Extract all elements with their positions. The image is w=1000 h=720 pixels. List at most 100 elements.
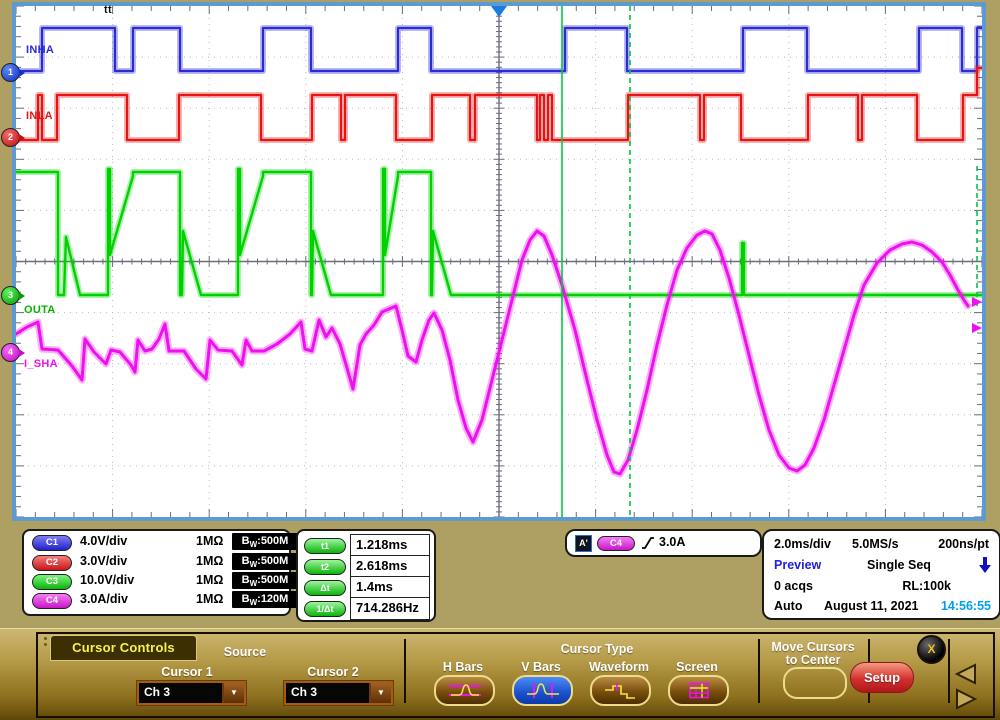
ch2-badge[interactable]: 2 bbox=[1, 128, 20, 147]
trigger-a-badge: A' bbox=[575, 535, 592, 552]
next-panel-arrow-icon[interactable] bbox=[957, 690, 975, 708]
cursor1-label: Cursor 1 bbox=[137, 665, 237, 679]
oscilloscope-screen: { "colors": { "ch1": "#2b2bd6", "ch2": "… bbox=[0, 0, 1000, 719]
ch4-badge-arrow-icon bbox=[19, 349, 25, 357]
cursor2-source-dropdown[interactable]: Ch 3 ▼ bbox=[284, 681, 393, 705]
ch3-badge-arrow-icon bbox=[19, 292, 25, 300]
trace-label-inla: INLA bbox=[26, 110, 53, 122]
t2-pill: t2 bbox=[304, 559, 346, 575]
ch4-badge-number: 4 bbox=[8, 347, 13, 357]
acq-mode: Single Seq bbox=[867, 558, 931, 572]
cursor-type-section-label: Cursor Type bbox=[517, 642, 677, 656]
cursor1-dropdown-arrow-icon[interactable]: ▼ bbox=[222, 683, 244, 703]
panel-divider bbox=[948, 639, 950, 703]
ch2-badge-number: 2 bbox=[8, 132, 13, 142]
sample-rate: 5.0MS/s bbox=[852, 537, 899, 551]
hbars-label: H Bars bbox=[423, 660, 503, 674]
c4-pill: C4 bbox=[32, 593, 72, 609]
rising-edge-icon bbox=[641, 536, 655, 550]
panel-grip-icon bbox=[44, 643, 47, 646]
c1-impedance: 1MΩ bbox=[196, 534, 223, 548]
waveform-display: tt INHA INLA OUTA I_SHA bbox=[16, 6, 982, 517]
c3-scale: 10.0V/div bbox=[80, 573, 134, 587]
screen-cursor-icon bbox=[688, 682, 710, 699]
cursor1-source-value[interactable]: Ch 3 bbox=[139, 683, 222, 703]
waveform-label: Waveform bbox=[579, 660, 659, 674]
hbars-icon bbox=[447, 682, 483, 699]
ch4-badge[interactable]: 4 bbox=[1, 343, 20, 362]
cursor-t1-row: t1 1.218ms bbox=[298, 534, 434, 556]
c3-pill: C3 bbox=[32, 574, 72, 590]
ch1-badge-number: 1 bbox=[8, 67, 13, 77]
dt-pill: Δt bbox=[304, 580, 346, 596]
close-button[interactable]: X bbox=[917, 635, 946, 664]
vbars-button[interactable] bbox=[512, 675, 573, 706]
waveform-cursor-icon bbox=[603, 682, 639, 699]
trace-isha bbox=[16, 231, 968, 474]
channel-settings-box: C1 4.0V/div 1MΩ BW:500M C2 3.0V/div 1MΩ … bbox=[22, 529, 291, 616]
c1-scale: 4.0V/div bbox=[80, 534, 127, 548]
trigger-source-pill: C4 bbox=[597, 536, 635, 551]
date-display: August 11, 2021 bbox=[824, 599, 919, 613]
c3-bandwidth-badge: BW:500M bbox=[232, 572, 298, 589]
cursor2-source-value[interactable]: Ch 3 bbox=[286, 683, 369, 703]
panel-grip-icon bbox=[44, 637, 47, 640]
cursor-dt-row: Δt 1.4ms bbox=[298, 576, 434, 598]
prev-panel-arrow-icon[interactable] bbox=[957, 665, 975, 683]
trace-label-inha: INHA bbox=[26, 44, 54, 56]
ch3-badge-number: 3 bbox=[8, 290, 13, 300]
screen-label: Screen bbox=[657, 660, 737, 674]
cursor-t2-row: t2 2.618ms bbox=[298, 555, 434, 577]
acq-arrow-icon bbox=[979, 556, 991, 574]
hbars-button[interactable] bbox=[434, 675, 495, 706]
trigger-time-label: tt bbox=[104, 4, 112, 16]
c2-pill: C2 bbox=[32, 555, 72, 571]
ch1-badge[interactable]: 1 bbox=[1, 63, 20, 82]
channel-row-c1: C1 4.0V/div 1MΩ BW:500M bbox=[24, 533, 289, 553]
ch4-level-arrow[interactable] bbox=[972, 323, 982, 333]
cursor1-source-dropdown[interactable]: Ch 3 ▼ bbox=[137, 681, 246, 705]
t1-pill: t1 bbox=[304, 538, 346, 554]
cursor-controls-panel: Cursor Controls Source Cursor 1 Ch 3 ▼ C… bbox=[0, 628, 1000, 720]
ch1-badge-arrow-icon bbox=[19, 69, 25, 77]
c4-bandwidth-badge: BW:120M bbox=[232, 591, 298, 608]
time-display: 14:56:55 bbox=[941, 599, 991, 613]
record-length: RL:100k bbox=[902, 579, 951, 593]
dt-value: 1.4ms bbox=[350, 576, 430, 599]
panel-divider bbox=[404, 639, 406, 703]
resolution: 200ns/pt bbox=[938, 537, 989, 551]
trace-label-isha: I_SHA bbox=[24, 358, 58, 370]
panel-title-tab: Cursor Controls bbox=[50, 635, 197, 661]
c1-bandwidth-badge: BW:500M bbox=[232, 533, 298, 550]
acq-count: 0 acqs bbox=[774, 579, 813, 593]
channel-row-c3: C3 10.0V/div 1MΩ BW:500M bbox=[24, 572, 289, 592]
channel-row-c4: C4 3.0A/div 1MΩ BW:120M bbox=[24, 591, 289, 611]
cursor2-dropdown-arrow-icon[interactable]: ▼ bbox=[369, 683, 391, 703]
screen-button[interactable] bbox=[668, 675, 729, 706]
c1-pill: C1 bbox=[32, 535, 72, 551]
cursor2-label: Cursor 2 bbox=[283, 665, 383, 679]
timebase: 2.0ms/div bbox=[774, 537, 831, 551]
trigger-level: 3.0A bbox=[659, 535, 685, 549]
cursor-readout-box: t1 1.218ms t2 2.618ms Δt 1.4ms 1/Δt 714.… bbox=[296, 529, 436, 622]
ch3-badge[interactable]: 3 bbox=[1, 286, 20, 305]
acquisition-box: 2.0ms/div 5.0MS/s 200ns/pt Preview Singl… bbox=[762, 529, 1000, 620]
t1-value: 1.218ms bbox=[350, 534, 430, 557]
preview-status: Preview bbox=[774, 558, 821, 572]
setup-button[interactable]: Setup bbox=[850, 662, 914, 693]
ch2-badge-arrow-icon bbox=[19, 134, 25, 142]
c2-impedance: 1MΩ bbox=[196, 554, 223, 568]
move-cursors-button[interactable] bbox=[783, 667, 847, 699]
trigger-position-marker[interactable] bbox=[491, 6, 507, 17]
c4-impedance: 1MΩ bbox=[196, 592, 223, 606]
inv-dt-pill: 1/Δt bbox=[304, 601, 346, 617]
vbars-label: V Bars bbox=[501, 660, 581, 674]
trigger-mode: Auto bbox=[774, 599, 802, 613]
move-cursors-label-line1: Move Cursors bbox=[753, 640, 873, 654]
t2-value: 2.618ms bbox=[350, 555, 430, 578]
c3-impedance: 1MΩ bbox=[196, 573, 223, 587]
source-section-label: Source bbox=[195, 645, 295, 659]
c2-scale: 3.0V/div bbox=[80, 554, 127, 568]
panel-nav-arrows bbox=[951, 663, 981, 711]
waveform-button[interactable] bbox=[590, 675, 651, 706]
